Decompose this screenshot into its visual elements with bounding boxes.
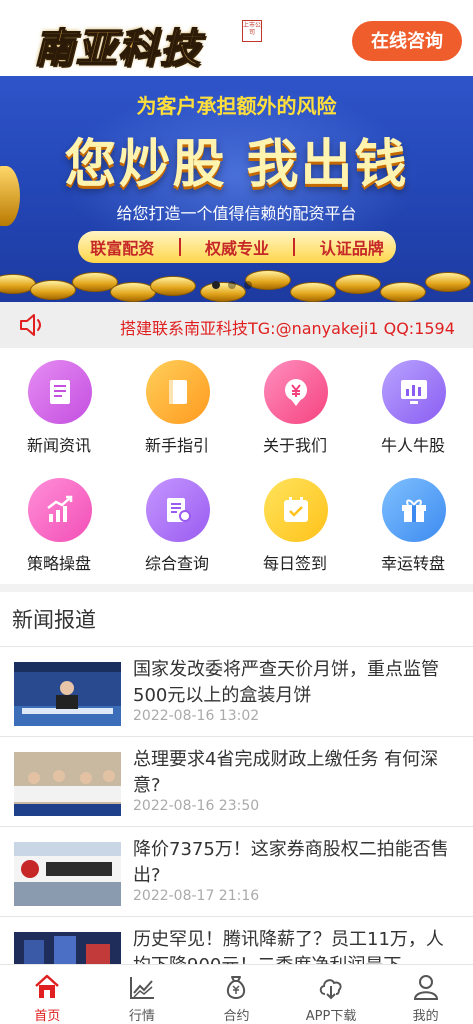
news-list: 国家发改委将严查天价月饼，重点监管500元以上的盒装月饼 2022-08-16 …: [0, 647, 473, 965]
menu-label: 策略操盘: [26, 554, 91, 573]
news-section-title: 新闻报道: [12, 608, 96, 632]
news-thumbnail: [14, 752, 121, 816]
tab-label: 行情: [128, 1009, 155, 1024]
header: 南亚科技 上市公司 在线咨询: [0, 0, 473, 76]
money-bag-icon: [227, 976, 246, 1000]
menu-label: 新闻资讯: [26, 436, 91, 455]
menu-label: 幸运转盘: [380, 554, 445, 573]
carousel-dots: [212, 281, 252, 289]
news-date: 2022-08-16 23:50: [133, 798, 260, 814]
carousel-dot[interactable]: [212, 281, 220, 289]
news-date: 2022-08-16 13:02: [133, 708, 260, 724]
coin: [335, 274, 381, 294]
menu-item-strategy[interactable]: 策略操盘: [0, 466, 118, 584]
news-headline: 历史罕见！腾讯降薪了？员工11万，人均下降900元！二季度净利润是下: [133, 929, 444, 965]
notice-bar: 搭建联系南亚科技TG:@nanyakeji1 QQ:1594: [0, 302, 473, 348]
news-thumbnail: [14, 662, 121, 726]
section-divider: [0, 584, 473, 592]
speaker-icon: [20, 314, 41, 336]
logo-seal: 上市公司: [242, 20, 262, 42]
coin: [150, 276, 196, 296]
news-headline: 降价7375万！这家券商股权二拍能否售出?: [133, 839, 449, 886]
feature-menu: 新闻资讯 新手指引 关于我们 牛人牛股 策略操盘 综合查询 每日签到 幸运转盘: [0, 348, 473, 584]
menu-item-news[interactable]: 新闻资讯: [0, 348, 118, 466]
trend-chart-icon: [28, 478, 92, 542]
online-consult-button[interactable]: 在线咨询: [352, 21, 462, 61]
yuan-pin-icon: [264, 360, 328, 424]
cloud-download-icon: [319, 979, 342, 1000]
tab-market[interactable]: 行情: [95, 965, 190, 1024]
book-icon: [146, 360, 210, 424]
menu-item-checkin[interactable]: 每日签到: [236, 466, 354, 584]
tab-label: APP下载: [305, 1009, 357, 1024]
menu-label: 新手指引: [144, 436, 209, 455]
promo-banner[interactable]: 为客户承担额外的风险 您炒股 我出钱 给您打造一个值得信赖的配资平台 联富配资 …: [0, 76, 473, 302]
news-date: 2022-08-17 21:16: [133, 888, 260, 904]
logo-text: 南亚科技: [33, 24, 202, 73]
gift-icon: [382, 478, 446, 542]
calendar-check-icon: [264, 478, 328, 542]
news-thumbnail: [14, 932, 121, 965]
coin: [380, 282, 426, 302]
coin: [290, 282, 336, 302]
news-headline: 国家发改委将严查天价月饼，重点监管500元以上的盒装月饼: [133, 659, 439, 706]
tab-label: 合约: [223, 1009, 250, 1024]
menu-label: 关于我们: [262, 436, 327, 455]
banner-headline: 您炒股 我出钱: [64, 135, 409, 195]
news-item[interactable]: 国家发改委将严查天价月饼，重点监管500元以上的盒装月饼 2022-08-16 …: [0, 647, 473, 737]
news-thumbnail: [14, 842, 121, 906]
bottom-tab-bar: 首页 行情 合约 APP下载 我的: [0, 964, 473, 1024]
coin: [30, 280, 76, 300]
coin: [425, 272, 471, 292]
menu-label: 综合查询: [144, 554, 209, 573]
menu-item-guide[interactable]: 新手指引: [118, 348, 236, 466]
tab-contract[interactable]: 合约: [189, 965, 284, 1024]
news-icon: [28, 360, 92, 424]
menu-item-query[interactable]: 综合查询: [118, 466, 236, 584]
news-item[interactable]: 降价7375万！这家券商股权二拍能否售出? 2022-08-17 21:16: [0, 827, 473, 917]
banner-subline: 给您打造一个值得信赖的配资平台: [116, 204, 357, 223]
user-icon: [413, 975, 438, 1000]
menu-item-top-traders[interactable]: 牛人牛股: [354, 348, 472, 466]
tab-app-download[interactable]: APP下载: [284, 965, 379, 1024]
banner-top-line: 为客户承担额外的风险: [136, 94, 337, 118]
menu-label: 牛人牛股: [380, 436, 445, 455]
news-item[interactable]: 总理要求4省完成财政上缴任务 有何深意? 2022-08-16 23:50: [0, 737, 473, 827]
carousel-dot[interactable]: [244, 281, 252, 289]
gold-coins-decoration: [0, 252, 473, 302]
menu-label: 每日签到: [262, 554, 327, 573]
monitor-chart-icon: [382, 360, 446, 424]
notice-text: 搭建联系南亚科技TG:@nanyakeji1 QQ:1594: [120, 319, 455, 338]
tab-profile[interactable]: 我的: [378, 965, 473, 1024]
search-doc-icon: [146, 478, 210, 542]
menu-item-lucky-wheel[interactable]: 幸运转盘: [354, 466, 472, 584]
menu-item-about[interactable]: 关于我们: [236, 348, 354, 466]
news-headline: 总理要求4省完成财政上缴任务 有何深意?: [133, 749, 439, 796]
tab-label: 首页: [34, 1009, 61, 1024]
logo[interactable]: 南亚科技 上市公司: [33, 14, 274, 73]
tab-home[interactable]: 首页: [0, 965, 95, 1024]
tab-label: 我的: [412, 1009, 439, 1024]
home-icon: [35, 974, 60, 998]
market-chart-icon: [129, 977, 154, 999]
carousel-dot[interactable]: [228, 281, 236, 289]
news-item[interactable]: 历史罕见！腾讯降薪了？员工11万，人均下降900元！二季度净利润是下: [0, 917, 473, 965]
